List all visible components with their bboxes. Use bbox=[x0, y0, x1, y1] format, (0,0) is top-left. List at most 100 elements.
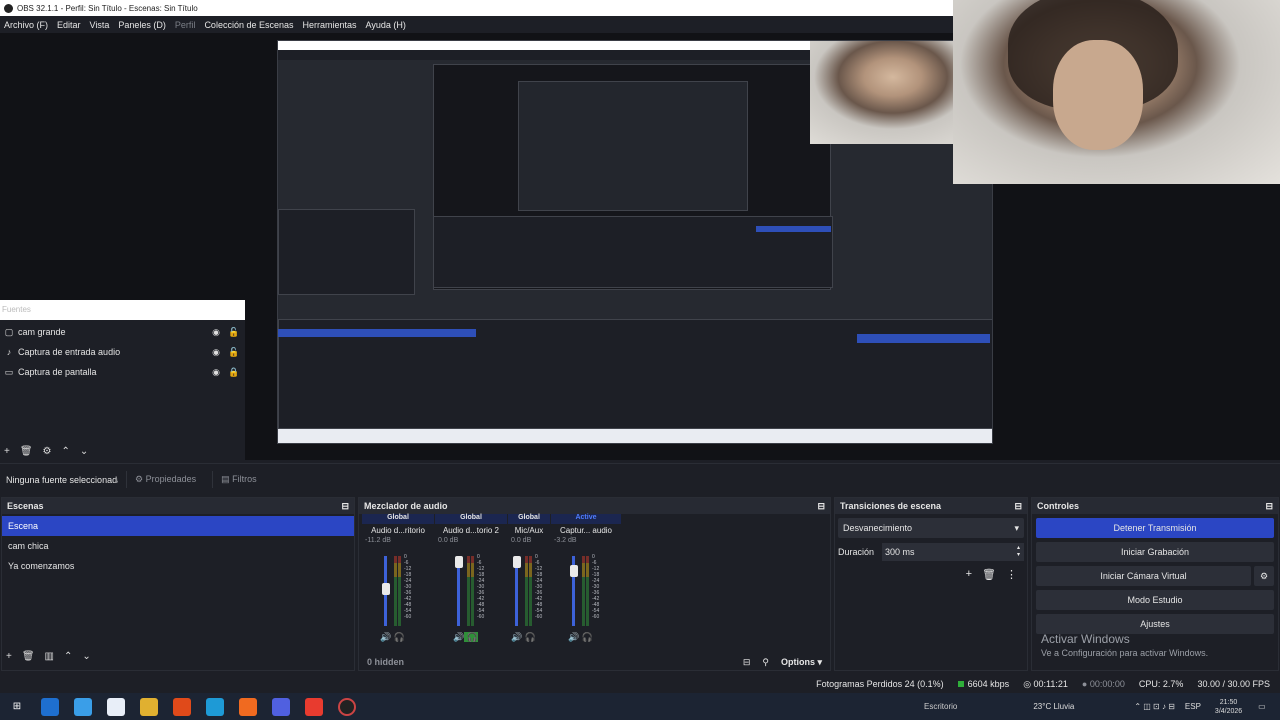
chevron-up-icon[interactable]: ⌃ bbox=[62, 446, 70, 457]
folder-icon[interactable] bbox=[140, 697, 158, 716]
channel-db: -11.2 dB bbox=[365, 537, 391, 544]
channel-name[interactable]: Audio d...torio 2 bbox=[435, 526, 507, 535]
channel-tag: Global bbox=[508, 514, 550, 524]
headphones-icon[interactable]: 🎧 bbox=[391, 632, 405, 642]
fader-knob[interactable] bbox=[382, 583, 390, 595]
transition-select[interactable]: Desvanecimiento ▾ bbox=[838, 518, 1024, 538]
add-icon[interactable]: + bbox=[6, 651, 12, 662]
audio-meter bbox=[394, 556, 397, 626]
headphones-icon[interactable]: 🎧 bbox=[522, 632, 536, 642]
filter-icon[interactable]: ▥ bbox=[45, 651, 54, 662]
layout-icon[interactable]: ⊟ bbox=[743, 657, 751, 668]
app-icon-1[interactable] bbox=[41, 697, 59, 716]
source-item-cam-grande[interactable]: ▢ cam grande ◉ 🔓 bbox=[0, 322, 245, 342]
scene-item-escena[interactable]: Escena bbox=[2, 516, 354, 536]
trash-icon[interactable]: 🗑 bbox=[20, 446, 33, 457]
windows-start-icon[interactable]: ⊞ bbox=[8, 698, 26, 716]
scene-item-cam-chica[interactable]: cam chica bbox=[2, 536, 354, 556]
more-icon[interactable]: ⋮ bbox=[1006, 568, 1017, 581]
clock[interactable]: 21:50 3/4/2026 bbox=[1215, 698, 1242, 716]
eye-icon[interactable]: ◉ bbox=[211, 347, 221, 357]
app-icon-copilot[interactable] bbox=[74, 697, 92, 716]
record-icon: ● bbox=[1081, 679, 1090, 689]
desktop-label[interactable]: Escritorio bbox=[924, 702, 957, 711]
menu-paneles[interactable]: Paneles (D) bbox=[118, 20, 166, 30]
properties-tab[interactable]: ⚙ Propiedades bbox=[126, 471, 204, 488]
menu-ayuda[interactable]: Ayuda (H) bbox=[366, 20, 406, 30]
dock-float-icon[interactable]: ⊟ bbox=[1265, 501, 1273, 511]
channel-name[interactable]: Captur... audio bbox=[551, 526, 621, 535]
menu-vista[interactable]: Vista bbox=[90, 20, 110, 30]
unlock-icon[interactable]: 🔓 bbox=[228, 347, 239, 357]
menu-editar[interactable]: Editar bbox=[57, 20, 81, 30]
fader-knob[interactable] bbox=[455, 556, 463, 568]
stop-streaming-button[interactable]: Detener Transmisión bbox=[1036, 518, 1274, 538]
headphones-icon[interactable]: 🎧 bbox=[464, 632, 478, 642]
chrome-icon[interactable] bbox=[305, 697, 323, 716]
filters-tab[interactable]: ▤ Filtros bbox=[212, 471, 265, 488]
chevron-down-icon[interactable]: ⌄ bbox=[80, 446, 88, 457]
chevron-down-icon: ▾ bbox=[1014, 522, 1019, 533]
unlock-icon[interactable]: 🔓 bbox=[228, 327, 239, 337]
hidden-count[interactable]: 0 hidden bbox=[367, 657, 743, 667]
menu-perfil[interactable]: Perfil bbox=[175, 20, 196, 30]
speaker-icon[interactable]: 🔊 bbox=[453, 632, 464, 642]
brave-browser-icon[interactable] bbox=[173, 697, 191, 716]
scenes-header: Escenas ⊟ bbox=[2, 498, 354, 514]
start-virtual-camera-button[interactable]: Iniciar Cámara Virtual bbox=[1036, 566, 1251, 586]
menu-archivo[interactable]: Archivo (F) bbox=[4, 20, 48, 30]
app-icon-3[interactable] bbox=[107, 697, 125, 716]
studio-mode-button[interactable]: Modo Estudio bbox=[1036, 590, 1274, 610]
channel-name[interactable]: Mic/Aux bbox=[508, 526, 550, 535]
speaker-icon[interactable]: 🔊 bbox=[511, 632, 522, 642]
eye-icon[interactable]: ◉ bbox=[211, 327, 221, 337]
trash-icon[interactable]: 🗑 bbox=[22, 651, 35, 662]
gear-icon[interactable]: ⚙ bbox=[1254, 566, 1274, 586]
eye-icon[interactable]: ◉ bbox=[211, 367, 221, 377]
options-label: Options bbox=[780, 656, 815, 667]
edge-browser-icon[interactable] bbox=[206, 697, 224, 716]
link-icon[interactable]: ⚲ bbox=[762, 657, 769, 668]
fader-knob[interactable] bbox=[513, 556, 521, 568]
menu-coleccion[interactable]: Colección de Escenas bbox=[204, 20, 293, 30]
chevron-up-icon[interactable]: ⌃ bbox=[64, 651, 72, 662]
channel-controls: 🔊 🎧 bbox=[453, 632, 478, 643]
add-icon[interactable]: + bbox=[4, 446, 10, 457]
source-item-captura-audio[interactable]: ♪ Captura de entrada audio ◉ 🔓 bbox=[0, 342, 245, 362]
duration-row: Duración 300 ms ▴ ▾ bbox=[835, 542, 1027, 562]
obs-taskbar-icon[interactable] bbox=[338, 697, 356, 716]
trash-icon[interactable]: 🗑 bbox=[982, 568, 996, 581]
notification-icon[interactable]: ▭ bbox=[1258, 702, 1266, 711]
chevron-down-icon[interactable]: ⌄ bbox=[82, 651, 90, 662]
gear-icon[interactable]: ⚙ bbox=[43, 446, 52, 457]
dock-float-icon[interactable]: ⊟ bbox=[341, 501, 349, 511]
start-recording-button[interactable]: Iniciar Grabación bbox=[1036, 542, 1274, 562]
dock-float-icon[interactable]: ⊟ bbox=[1014, 501, 1022, 511]
discord-icon[interactable] bbox=[272, 697, 290, 716]
audio-meter bbox=[529, 556, 532, 626]
dropped-frames: Fotogramas Perdidos 24 (0.1%) bbox=[816, 679, 944, 689]
weather[interactable]: 23°C Lluvia bbox=[1033, 702, 1074, 711]
scene-item-ya-comenzamos[interactable]: Ya comenzamos bbox=[2, 556, 354, 576]
source-item-captura-pantalla[interactable]: ▭ Captura de pantalla ◉ 🔒 bbox=[0, 362, 245, 382]
options-button[interactable]: Options ▾ bbox=[781, 657, 822, 668]
settings-button[interactable]: Ajustes bbox=[1036, 614, 1274, 634]
headphones-icon[interactable]: 🎧 bbox=[579, 632, 593, 642]
speaker-icon[interactable]: 🔊 bbox=[380, 632, 391, 642]
fader-knob[interactable] bbox=[570, 565, 578, 577]
language-indicator[interactable]: ESP bbox=[1185, 702, 1201, 711]
cpu-usage: CPU: 2.7% bbox=[1138, 679, 1184, 689]
app-icon-8[interactable] bbox=[239, 697, 257, 716]
channel-name[interactable]: Audio d...ritorio bbox=[362, 526, 434, 535]
add-icon[interactable]: + bbox=[966, 568, 972, 581]
duration-input[interactable]: 300 ms ▴ ▾ bbox=[882, 543, 1024, 561]
tray-icons[interactable]: ⌃ ◫ ⊡ ♪ ⊟ bbox=[1134, 702, 1175, 711]
lock-icon[interactable]: 🔒 bbox=[228, 367, 239, 377]
menu-herramientas[interactable]: Herramientas bbox=[303, 20, 357, 30]
speaker-icon[interactable]: 🔊 bbox=[568, 632, 579, 642]
dock-float-icon[interactable]: ⊟ bbox=[817, 501, 825, 511]
fps-indicator: 30.00 / 30.00 FPS bbox=[1197, 679, 1270, 689]
spin-arrows-icon[interactable]: ▴ ▾ bbox=[1017, 545, 1020, 559]
mixer-header: Mezclador de audio ⊟ bbox=[359, 498, 830, 514]
record-time: ● 00:00:00 bbox=[1082, 679, 1125, 689]
